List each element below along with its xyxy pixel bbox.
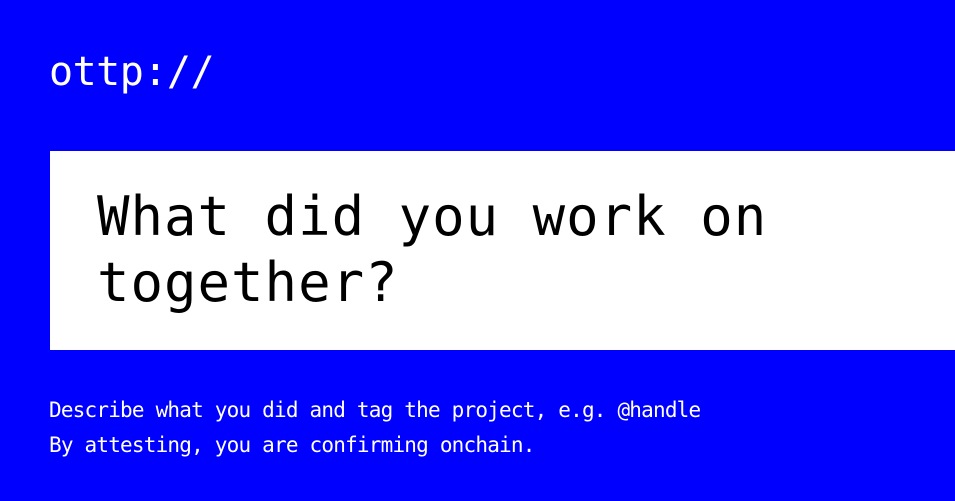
caption-line-confirmation: By attesting, you are confirming onchain… [49, 433, 535, 457]
question-card: What did you work on together? [50, 151, 955, 350]
question-heading: What did you work on together? [97, 185, 768, 314]
caption-line-instructions: Describe what you did and tag the projec… [49, 398, 701, 422]
ottp-logo: ottp:// [49, 49, 215, 95]
caption-text: Describe what you did and tag the projec… [49, 393, 701, 463]
